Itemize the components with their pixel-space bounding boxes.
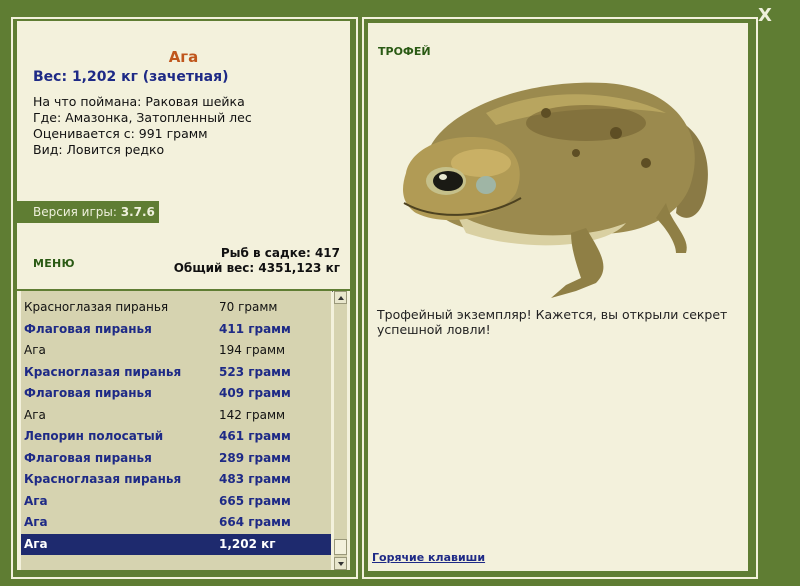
list-item-weight: 194 грамм [219,343,286,357]
version-badge: Версия игры: 3.7.6 [17,201,159,223]
valued-from-info: Оценивается с: 991 грамм [33,126,208,141]
list-item[interactable]: Лепорин полосатый 461 грамм [21,426,331,447]
list-item[interactable]: Ага 664 грамм [21,512,331,533]
list-item-weight: 142 грамм [219,407,286,422]
list-item-weight: 523 грамм [219,364,291,379]
location-info: Где: Амазонка, Затопленный лес [33,110,252,125]
keepnet-count: Рыб в садке: 417 [220,246,340,260]
fish-name: Ага [168,48,199,66]
list-item[interactable]: Красноглазая пиранья 523 грамм [21,362,331,383]
species-rarity-info: Вид: Ловится редко [33,142,165,157]
list-item-name: Лепорин полосатый [24,429,164,443]
list-item-name: Ага [24,515,48,529]
list-item[interactable]: Красноглазая пиранья 70 грамм [21,297,331,318]
list-item[interactable]: Флаговая пиранья 411 грамм [21,319,331,340]
list-item-selected[interactable]: Ага 1,202 кг [21,533,331,555]
catch-info-panel: Ага Вес: 1,202 кг (зачетная) На что пойм… [17,21,350,289]
version-label: Версия игры: [33,205,117,219]
list-item[interactable]: Ага 142 грамм [21,405,331,426]
list-item-weight: 664 грамм [219,515,291,529]
list-item-weight: 461 грамм [219,429,291,443]
scroll-up-arrow-icon[interactable] [334,291,347,304]
list-item[interactable]: Ага 665 грамм [21,491,331,512]
hotkeys-link[interactable]: Горячие клавиши [372,551,485,564]
list-item-name: Ага [24,493,48,508]
list-item-weight: 411 грамм [219,321,291,336]
trophy-panel: ТРОФЕЙ Трофейный экземпляр! Кажется, вы … [368,23,748,571]
bait-info: На что поймана: Раковая шейка [33,94,245,109]
list-item[interactable]: Красноглазая пиранья 483 грамм [21,469,331,490]
catch-list-panel: Красноглазая пиранья 70 грамм Флаговая пир… [17,291,350,570]
list-item-name: Ага [24,536,48,551]
list-item-weight: 483 грамм [219,472,291,486]
list-item[interactable]: Флаговая пиранья 409 грамм [21,383,331,404]
list-item-name: Флаговая пиранья [24,450,152,465]
trophy-message: Трофейный экземпляр! Кажется, вы открыли… [377,307,728,337]
list-item-weight: 1,202 кг [219,536,276,551]
list-item[interactable]: Флаговая пиранья 289 грамм [21,448,331,469]
list-item-weight: 409 грамм [219,386,291,400]
list-item-name: Ага [24,343,46,357]
total-weight: Общий вес: 4351,123 кг [173,261,340,275]
cane-toad-image [403,82,708,298]
fish-weight: Вес: 1,202 кг (зачетная) [33,69,229,85]
list-item-name: Ага [24,407,46,422]
list-item-weight: 70 грамм [219,300,278,314]
version-value: 3.7.6 [120,205,155,219]
scroll-thumb[interactable] [334,539,347,555]
list-item-name: Красноглазая пиранья [24,472,182,486]
list-item-name: Флаговая пиранья [24,386,152,400]
catch-list[interactable]: Красноглазая пиранья 70 грамм Флаговая пир… [21,291,331,570]
scroll-down-arrow-icon[interactable] [334,557,347,570]
list-item-name: Красноглазая пиранья [24,300,169,314]
menu-button[interactable]: МЕНЮ [33,257,75,270]
list-item[interactable]: Ага 194 грамм [21,340,331,361]
list-item-weight: 289 грамм [219,450,291,465]
list-item-weight: 665 грамм [219,493,291,508]
list-item-name: Флаговая пиранья [24,321,152,336]
list-scrollbar[interactable] [334,291,347,570]
list-item-name: Красноглазая пиранья [24,364,182,379]
